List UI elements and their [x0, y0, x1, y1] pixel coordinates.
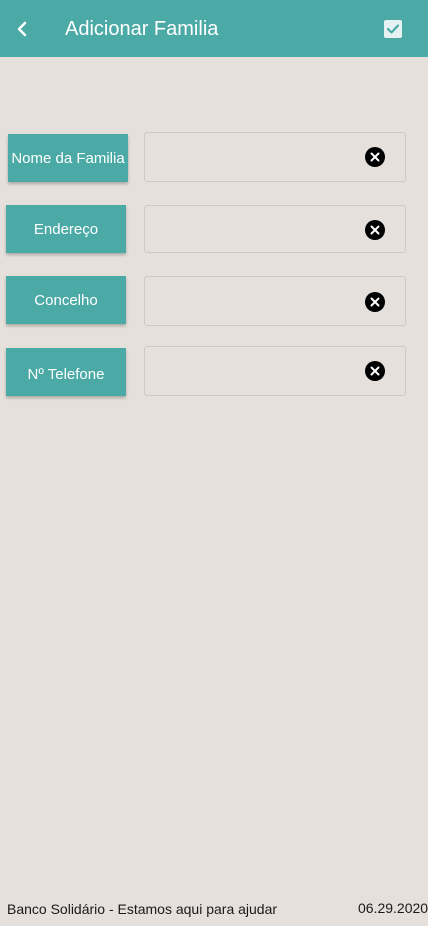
- chevron-left-icon: [17, 21, 27, 37]
- family-name-field-box: [144, 132, 406, 182]
- address-input[interactable]: [153, 206, 353, 252]
- back-button[interactable]: [12, 18, 34, 40]
- close-circle-icon[interactable]: [365, 220, 385, 240]
- page-title: Adicionar Familia: [65, 18, 219, 40]
- phone-input[interactable]: [153, 347, 353, 393]
- phone-label[interactable]: Nº Telefone: [6, 348, 126, 396]
- close-circle-icon[interactable]: [365, 147, 385, 167]
- family-name-input[interactable]: [153, 133, 353, 179]
- phone-field-box: [144, 346, 406, 396]
- check-box-icon: [384, 20, 402, 38]
- family-name-label[interactable]: Nome da Familia: [8, 134, 128, 182]
- municipality-label[interactable]: Concelho: [6, 276, 126, 324]
- confirm-button[interactable]: [383, 19, 403, 39]
- municipality-field-box: [144, 276, 406, 326]
- municipality-input[interactable]: [153, 277, 353, 323]
- close-circle-icon[interactable]: [365, 292, 385, 312]
- footer-date: 06.29.2020: [358, 900, 428, 916]
- app-bar: Adicionar Familia: [0, 0, 428, 57]
- address-field-box: [144, 205, 406, 253]
- close-circle-icon[interactable]: [365, 361, 385, 381]
- footer-tagline: Banco Solidário - Estamos aqui para ajud…: [7, 901, 278, 917]
- address-label[interactable]: Endereço: [6, 205, 126, 253]
